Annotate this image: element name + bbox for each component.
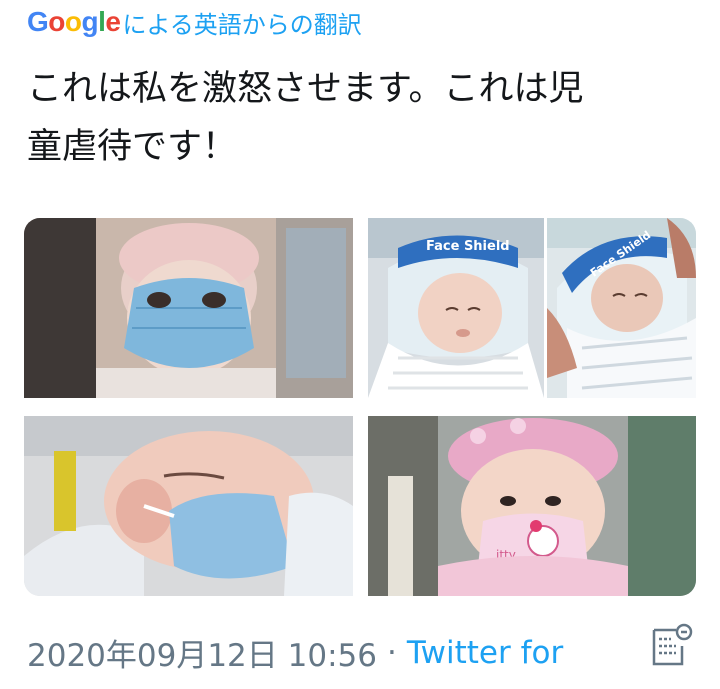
google-logo-letter: o (64, 6, 82, 37)
tweet-meta: 2020年09月12日 10:56 · Twitter for (27, 630, 563, 675)
media-image-5[interactable]: itty (368, 416, 696, 596)
google-logo-letter: g (81, 6, 99, 37)
media-grid: Face Shield Face Shield itty (24, 218, 696, 596)
media-image-1[interactable] (24, 218, 353, 398)
face-shield-held-photo: Face Shield (547, 218, 696, 398)
baby-mask-photo (24, 218, 353, 398)
google-logo-letter: e (105, 6, 121, 37)
hello-kitty-mask-photo: itty (368, 416, 696, 596)
tweet-timestamp[interactable]: 2020年09月12日 10:56 (27, 630, 377, 675)
tweet-details-button[interactable] (646, 622, 694, 670)
shield-label: Face Shield (426, 239, 510, 254)
tweet-details-icon (652, 623, 693, 666)
tweet-text-line: これは私を激怒させます。これは児 (27, 69, 584, 109)
tweet-text: これは私を激怒させます。これは児 童虐待です！ (27, 60, 697, 176)
media-image-3[interactable]: Face Shield (547, 218, 696, 398)
media-image-4[interactable] (24, 416, 353, 596)
tweet-source[interactable]: Twitter for (407, 635, 563, 671)
tweet-text-line: 童虐待です！ (27, 127, 238, 167)
meta-separator: · (386, 634, 397, 671)
google-logo: Google (27, 6, 121, 37)
media-image-2[interactable]: Face Shield (368, 218, 544, 398)
face-shield-photo: Face Shield (368, 218, 544, 398)
google-logo-letter: o (48, 6, 65, 37)
translation-attribution[interactable]: Google による英語からの翻訳 (27, 2, 362, 42)
translation-label[interactable]: による英語からの翻訳 (122, 5, 361, 40)
google-logo-letter: G (27, 6, 49, 37)
sleeping-baby-photo (24, 416, 353, 596)
